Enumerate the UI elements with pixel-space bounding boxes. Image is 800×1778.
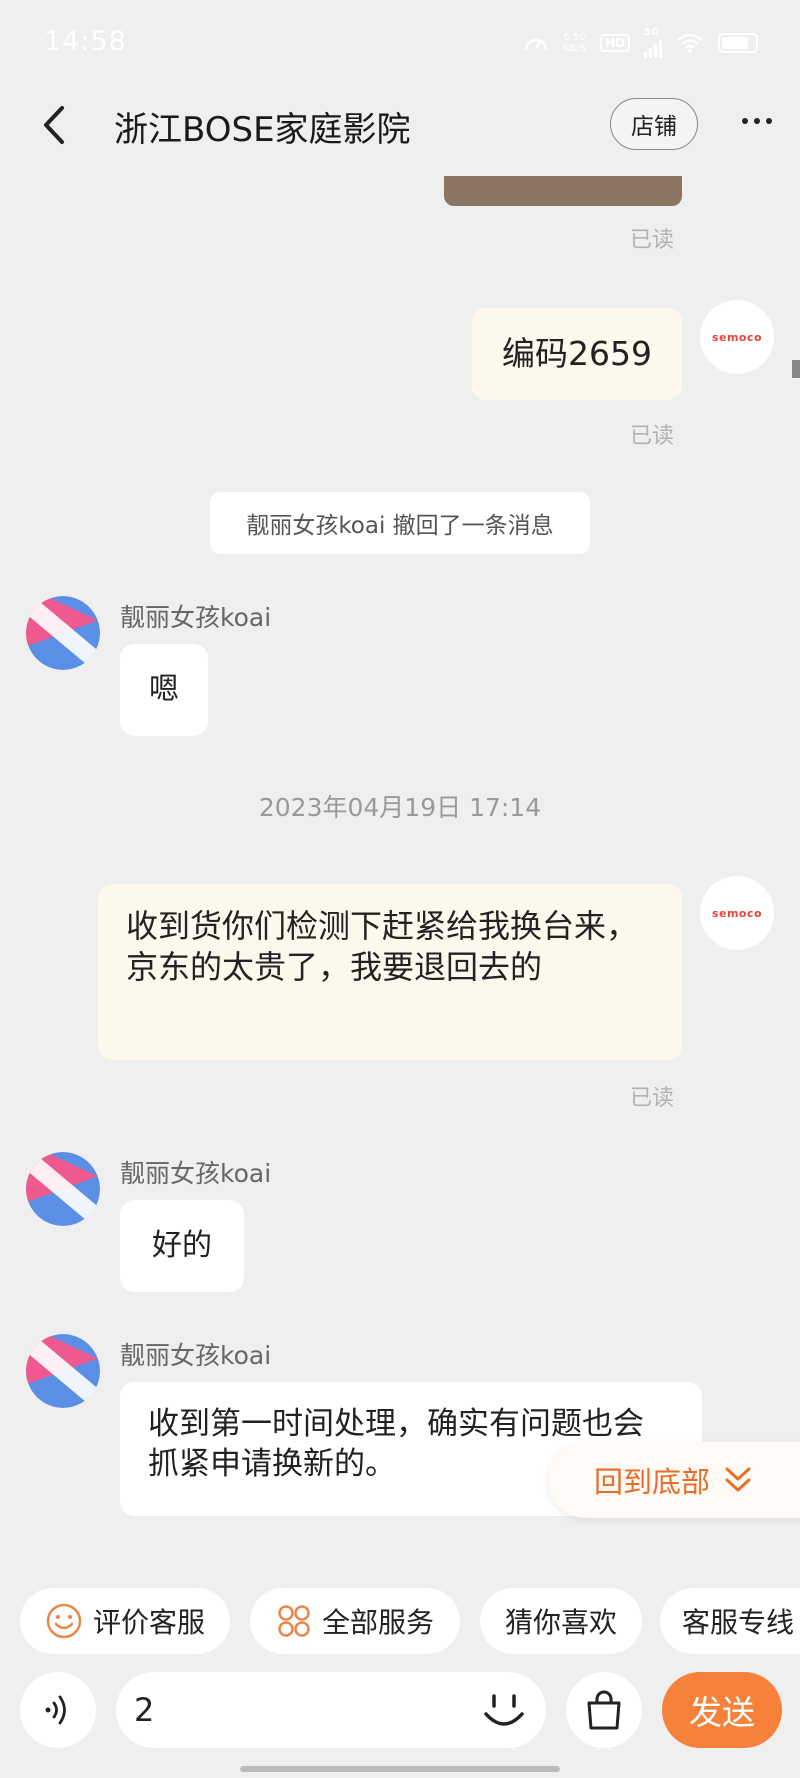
- scrollbar-thumb[interactable]: [792, 360, 800, 378]
- status-icons: 6.50 KB/S HD 5G: [523, 28, 758, 58]
- message-text: 编码2659: [502, 334, 652, 373]
- sender-name: 靓丽女孩koai: [120, 1341, 272, 1370]
- sender-name: 靓丽女孩koai: [120, 603, 272, 632]
- more-dot: [742, 118, 748, 124]
- more-dot: [754, 118, 760, 124]
- hd-badge: HD: [599, 34, 630, 52]
- shop-button[interactable]: 店铺: [610, 98, 698, 150]
- shopping-bag-button[interactable]: [566, 1672, 642, 1748]
- chevron-left-icon: [44, 106, 64, 144]
- rate-service-chip[interactable]: 评价客服: [20, 1588, 230, 1654]
- shop-message-bubble[interactable]: 嗯: [120, 644, 208, 736]
- avatar-text: semoco: [711, 906, 763, 920]
- signal-5g: 5G: [644, 28, 662, 58]
- home-theater-logo-icon: [26, 1334, 100, 1408]
- message-text: 嗯: [149, 672, 179, 707]
- read-status: 已读: [630, 228, 675, 253]
- shop-avatar[interactable]: [26, 1152, 100, 1226]
- voice-icon: [45, 1695, 66, 1725]
- timestamp: 2023年04月19日 17:14: [258, 793, 542, 822]
- my-avatar[interactable]: semoco: [700, 300, 774, 374]
- net-speed: 6.50 KB/S: [562, 32, 586, 54]
- speedometer-icon: [524, 38, 548, 51]
- home-theater-logo-icon: [26, 1152, 100, 1226]
- shop-message-bubble[interactable]: 好的: [120, 1200, 244, 1292]
- more-button[interactable]: [742, 118, 772, 124]
- service-hotline-chip[interactable]: 客服专线: [660, 1588, 800, 1654]
- avatar-text: semoco: [711, 330, 763, 344]
- page-title: 浙江BOSE家庭影院: [114, 110, 411, 150]
- message-text: 收到货你们检测下赶紧给我换台来，京东的太贵了，我要退回去的: [126, 907, 639, 986]
- more-dot: [766, 118, 772, 124]
- back-button[interactable]: [36, 100, 72, 150]
- home-indicator[interactable]: [240, 1766, 560, 1772]
- read-status: 已读: [630, 1086, 675, 1111]
- wifi-icon: [677, 33, 703, 53]
- emoji-icon: [484, 1694, 524, 1726]
- back-to-bottom-label: 回到底部: [594, 1465, 711, 1499]
- voice-button[interactable]: [20, 1672, 96, 1748]
- shop-avatar[interactable]: [26, 1334, 100, 1408]
- emoji-button[interactable]: [474, 1680, 534, 1740]
- chip-label: 评价客服: [92, 1606, 205, 1639]
- shopping-bag-icon: [587, 1690, 621, 1730]
- my-message-bubble[interactable]: 编码2659: [472, 308, 682, 400]
- image-message[interactable]: [444, 176, 682, 206]
- signal-icon: [644, 38, 662, 58]
- read-status: 已读: [630, 424, 675, 449]
- all-services-chip[interactable]: 全部服务: [250, 1588, 460, 1654]
- back-to-bottom-button[interactable]: 回到底部: [548, 1442, 800, 1518]
- message-text: 好的: [152, 1228, 212, 1263]
- recall-notice: 靓丽女孩koai 撤回了一条消息: [210, 492, 590, 554]
- my-avatar[interactable]: semoco: [700, 876, 774, 950]
- grid-services-icon: [278, 1605, 310, 1637]
- chip-label: 猜你喜欢: [504, 1606, 617, 1639]
- send-button[interactable]: 发送: [662, 1672, 782, 1748]
- chip-label: 客服专线: [682, 1606, 795, 1639]
- battery-icon: [718, 33, 758, 53]
- guess-you-like-chip[interactable]: 猜你喜欢: [480, 1588, 642, 1654]
- my-message-bubble[interactable]: 收到货你们检测下赶紧给我换台来，京东的太贵了，我要退回去的: [98, 884, 682, 1060]
- smiley-icon: [46, 1603, 82, 1639]
- double-chevron-down-icon: [725, 1467, 751, 1492]
- status-time: 14:58: [44, 26, 127, 57]
- sender-name: 靓丽女孩koai: [120, 1159, 272, 1188]
- chip-label: 全部服务: [321, 1606, 434, 1639]
- input-value: 2: [134, 1691, 155, 1729]
- home-theater-logo-icon: [26, 596, 100, 670]
- shop-avatar[interactable]: [26, 596, 100, 670]
